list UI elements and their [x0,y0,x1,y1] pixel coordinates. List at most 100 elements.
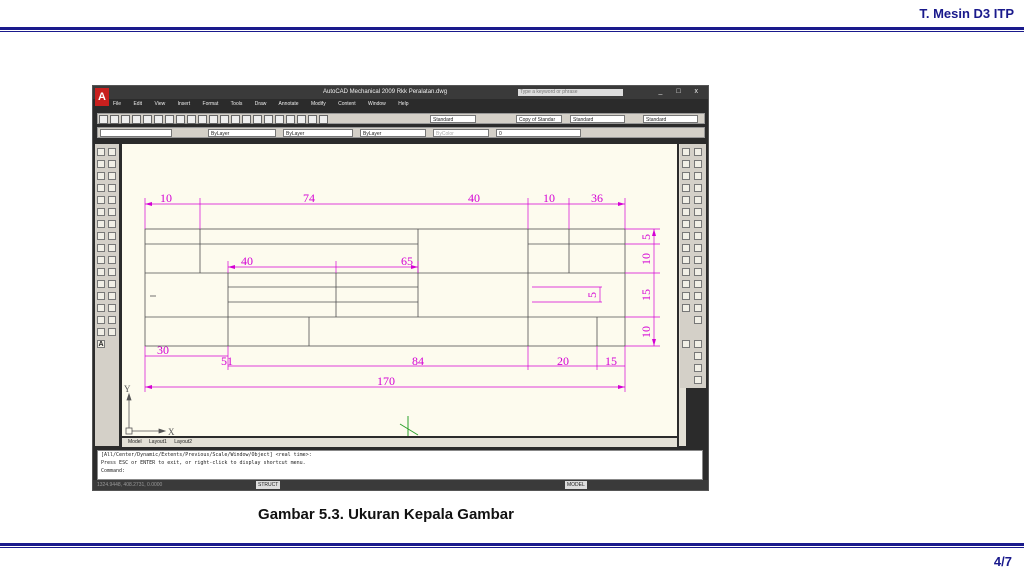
hatch-icon[interactable] [97,304,105,312]
rotate-icon[interactable] [108,208,116,216]
drawing-canvas[interactable]: 10 74 40 10 36 40 65 30 51 84 20 15 170 … [122,144,677,437]
explode-tool-icon[interactable] [694,316,702,324]
color-select[interactable]: ByLayer [208,129,276,137]
publish-icon[interactable] [154,115,163,124]
calculator-icon[interactable] [319,115,328,124]
dim-ordinate-icon[interactable] [682,184,690,192]
search-input[interactable]: Type a keyword or phrase [518,89,623,96]
center-mark-icon[interactable] [682,280,690,288]
dim-edit-icon[interactable] [682,292,690,300]
zoom-previous-icon[interactable] [253,115,262,124]
new-icon[interactable] [99,115,108,124]
save-icon[interactable] [121,115,130,124]
plotstyle-select[interactable]: ByColor [433,129,489,137]
join-icon[interactable] [108,280,116,288]
circle-icon[interactable] [97,208,105,216]
dim-update-icon[interactable] [682,304,690,312]
ellipse-icon[interactable] [97,244,105,252]
join-tool-icon[interactable] [694,280,702,288]
dim-radius-icon[interactable] [682,196,690,204]
menu-help[interactable]: Help [398,101,408,107]
struct-toggle[interactable]: STRUCT [256,481,281,489]
revcloud-icon[interactable] [97,220,105,228]
offset-icon[interactable] [108,160,116,168]
menu-format[interactable]: Format [203,101,219,107]
pan-icon[interactable] [220,115,229,124]
explode-icon[interactable] [108,316,116,324]
polygon-icon[interactable] [97,172,105,180]
zoom-window-icon[interactable] [242,115,251,124]
arc-icon[interactable] [97,196,105,204]
properties-icon[interactable] [264,115,273,124]
make-block-icon[interactable] [97,280,105,288]
sheet-set-icon[interactable] [297,115,306,124]
spline-icon[interactable] [97,232,105,240]
tool-palettes-icon[interactable] [286,115,295,124]
extend-icon[interactable] [108,256,116,264]
ellipse-arc-icon[interactable] [97,256,105,264]
text-edit-icon[interactable] [694,340,702,348]
menu-edit[interactable]: Edit [133,101,142,107]
window-controls[interactable]: _ □ x [658,88,704,95]
dim-style-select[interactable]: Copy of Standar [516,115,562,123]
menu-modify[interactable]: Modify [311,101,326,107]
lineweight-select[interactable]: ByLayer [360,129,426,137]
menu-draw[interactable]: Draw [255,101,267,107]
trim-icon[interactable] [108,244,116,252]
block-editor-icon[interactable] [694,352,702,360]
quick-dim-icon[interactable] [682,232,690,240]
break-icon[interactable] [108,268,116,276]
fillet-icon[interactable] [108,304,116,312]
current-layer-select[interactable]: 0 [496,129,581,137]
menu-view[interactable]: View [154,101,165,107]
mirror-icon[interactable] [108,172,116,180]
mirror-tool-icon[interactable] [694,172,702,180]
insert-block-icon[interactable] [97,268,105,276]
command-prompt[interactable]: Command: [98,467,702,475]
tab-layout1[interactable]: Layout1 [149,439,167,445]
scale-icon[interactable] [108,220,116,228]
break-tool-icon[interactable] [694,268,702,276]
undo-icon[interactable] [198,115,207,124]
redo-icon[interactable] [209,115,218,124]
refedit-icon[interactable] [694,376,702,384]
dim-aligned-icon[interactable] [682,160,690,168]
zoom-realtime-icon[interactable] [231,115,240,124]
trim-tool-icon[interactable] [694,244,702,252]
tolerance-icon[interactable] [682,268,690,276]
offset-tool-icon[interactable] [694,184,702,192]
mtext-icon[interactable]: A [97,340,105,348]
cut-icon[interactable] [165,115,174,124]
command-window[interactable]: [All/Center/Dynamic/Extents/Previous/Sca… [97,450,703,480]
chamfer-icon[interactable] [108,292,116,300]
dim-linear-icon[interactable] [682,148,690,156]
tab-model[interactable]: Model [128,439,142,445]
dim-continue-icon[interactable] [682,256,690,264]
rectangle-icon[interactable] [97,184,105,192]
linetype-select[interactable]: ByLayer [283,129,353,137]
rotate-tool-icon[interactable] [694,208,702,216]
line-icon[interactable] [97,148,105,156]
preview-icon[interactable] [143,115,152,124]
stretch-icon[interactable] [108,232,116,240]
text-style-select[interactable]: Standard [430,115,476,123]
print-icon[interactable] [132,115,141,124]
scale-tool-icon[interactable] [694,220,702,228]
fillet-tool-icon[interactable] [694,304,702,312]
erase-icon[interactable] [108,328,116,336]
draw-order-icon[interactable] [682,340,690,348]
table-style-select[interactable]: Standard [570,115,625,123]
dim-angular-icon[interactable] [682,220,690,228]
open-icon[interactable] [110,115,119,124]
layer-select[interactable] [100,129,172,137]
model-space-toggle[interactable]: MODEL [565,481,587,489]
copy-icon[interactable] [176,115,185,124]
autocad-logo-icon[interactable]: A [95,88,109,106]
attribute-icon[interactable] [694,364,702,372]
dim-baseline-icon[interactable] [682,244,690,252]
dim-arc-icon[interactable] [682,172,690,180]
region-icon[interactable] [97,328,105,336]
tab-layout2[interactable]: Layout2 [174,439,192,445]
chamfer-tool-icon[interactable] [694,292,702,300]
xline-icon[interactable] [108,148,116,156]
